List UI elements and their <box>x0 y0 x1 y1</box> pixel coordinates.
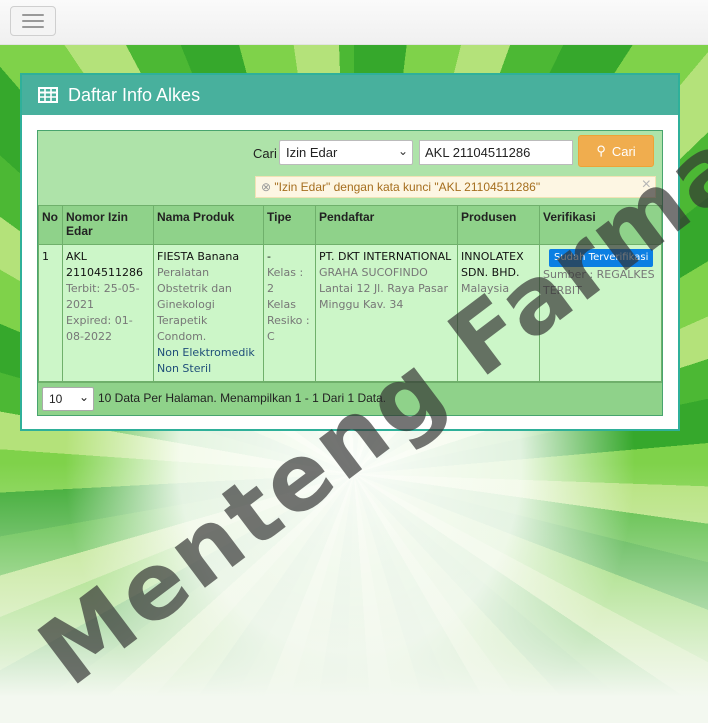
produk-elektromedik: Non Elektromedik <box>157 346 255 359</box>
search-label: Cari <box>253 146 277 161</box>
row-produsen: INNOLATEX SDN. BHD. Malaysia <box>457 244 540 382</box>
tipe-value: - <box>267 250 271 263</box>
izin-expired: Expired: 01-08-2022 <box>66 314 133 343</box>
izin-terbit: Terbit: 25-05-2021 <box>66 282 140 311</box>
data-table-box: Cari Izin Edar ⌄ AKL 21104511286 ⚲ Cari … <box>37 130 663 416</box>
pendaftar-nama: PT. DKT INTERNATIONAL <box>319 250 452 263</box>
row-no: 1 <box>38 244 63 382</box>
col-no[interactable]: No <box>38 205 63 245</box>
verified-badge: Sudah Terverifikasi <box>549 249 654 267</box>
per-page-value: 10 <box>49 392 63 406</box>
chevron-down-icon: ⌄ <box>78 390 89 404</box>
col-verifikasi[interactable]: Verifikasi <box>539 205 662 245</box>
tipe-kelas-resiko: Kelas Resiko : C <box>267 298 310 343</box>
search-alert: ⊗ "Izin Edar" dengan kata kunci "AKL 211… <box>255 176 656 198</box>
row-pendaftar: PT. DKT INTERNATIONAL GRAHA SUCOFINDO La… <box>315 244 458 382</box>
row-verifikasi: Sudah Terverifikasi Sumber : REGALKES TE… <box>539 244 662 382</box>
panel-header: Daftar Info Alkes <box>22 75 678 115</box>
produk-steril: Non Steril <box>157 362 212 375</box>
hamburger-icon[interactable] <box>10 6 56 36</box>
search-alert-text: "Izin Edar" dengan kata kunci "AKL 21104… <box>274 180 541 194</box>
table-header-row: No Nomor Izin Edar Nama Produk Tipe Pend… <box>38 205 662 245</box>
remove-filter-icon[interactable]: ⊗ <box>261 180 271 194</box>
col-nama-produk[interactable]: Nama Produk <box>153 205 264 245</box>
table-icon <box>38 87 58 103</box>
col-produsen[interactable]: Produsen <box>457 205 540 245</box>
alkes-table: No Nomor Izin Edar Nama Produk Tipe Pend… <box>38 205 662 382</box>
col-pendaftar[interactable]: Pendaftar <box>315 205 458 245</box>
search-type-select[interactable]: Izin Edar ⌄ <box>279 140 413 165</box>
search-icon: ⚲ <box>596 143 606 158</box>
close-icon[interactable]: × <box>642 176 651 194</box>
pagination-bar: 10 ⌄ 10 Data Per Halaman. Menampilkan 1 … <box>38 382 662 415</box>
search-button-label: Cari <box>611 143 636 159</box>
izin-number: AKL 21104511286 <box>66 250 143 279</box>
alkes-panel: Daftar Info Alkes Cari Izin Edar ⌄ AKL 2… <box>20 73 680 431</box>
chevron-down-icon: ⌄ <box>397 144 408 158</box>
per-page-select[interactable]: 10 ⌄ <box>42 387 94 411</box>
table-row: 1 AKL 21104511286 Terbit: 25-05-2021 Exp… <box>38 244 662 382</box>
search-bar: Cari Izin Edar ⌄ AKL 21104511286 ⚲ Cari … <box>38 131 662 205</box>
verifikasi-sumber: Sumber : REGALKES TERBIT <box>543 268 655 297</box>
tipe-kelas: Kelas : 2 <box>267 266 304 295</box>
search-input[interactable]: AKL 21104511286 <box>419 140 573 165</box>
page-title: Daftar Info Alkes <box>68 84 201 105</box>
pagination-summary: 10 Data Per Halaman. Menampilkan 1 - 1 D… <box>98 391 387 405</box>
produk-nama: FIESTA Banana <box>157 250 240 263</box>
produk-kategori: Peralatan Obstetrik dan Ginekologi Terap… <box>157 266 232 343</box>
search-button[interactable]: ⚲ Cari <box>578 135 654 167</box>
pendaftar-alamat: GRAHA SUCOFINDO Lantai 12 Jl. Raya Pasar… <box>319 266 448 311</box>
search-type-value: Izin Edar <box>286 145 338 160</box>
col-nomor-izin[interactable]: Nomor Izin Edar <box>62 205 154 245</box>
col-tipe[interactable]: Tipe <box>263 205 316 245</box>
produsen-nama: INNOLATEX SDN. BHD. <box>461 250 524 279</box>
top-navbar <box>0 0 708 45</box>
produsen-negara: Malaysia <box>461 282 510 295</box>
row-nama-produk: FIESTA Banana Peralatan Obstetrik dan Gi… <box>153 244 264 382</box>
row-nomor-izin: AKL 21104511286 Terbit: 25-05-2021 Expir… <box>62 244 154 382</box>
row-tipe: - Kelas : 2 Kelas Resiko : C <box>263 244 316 382</box>
